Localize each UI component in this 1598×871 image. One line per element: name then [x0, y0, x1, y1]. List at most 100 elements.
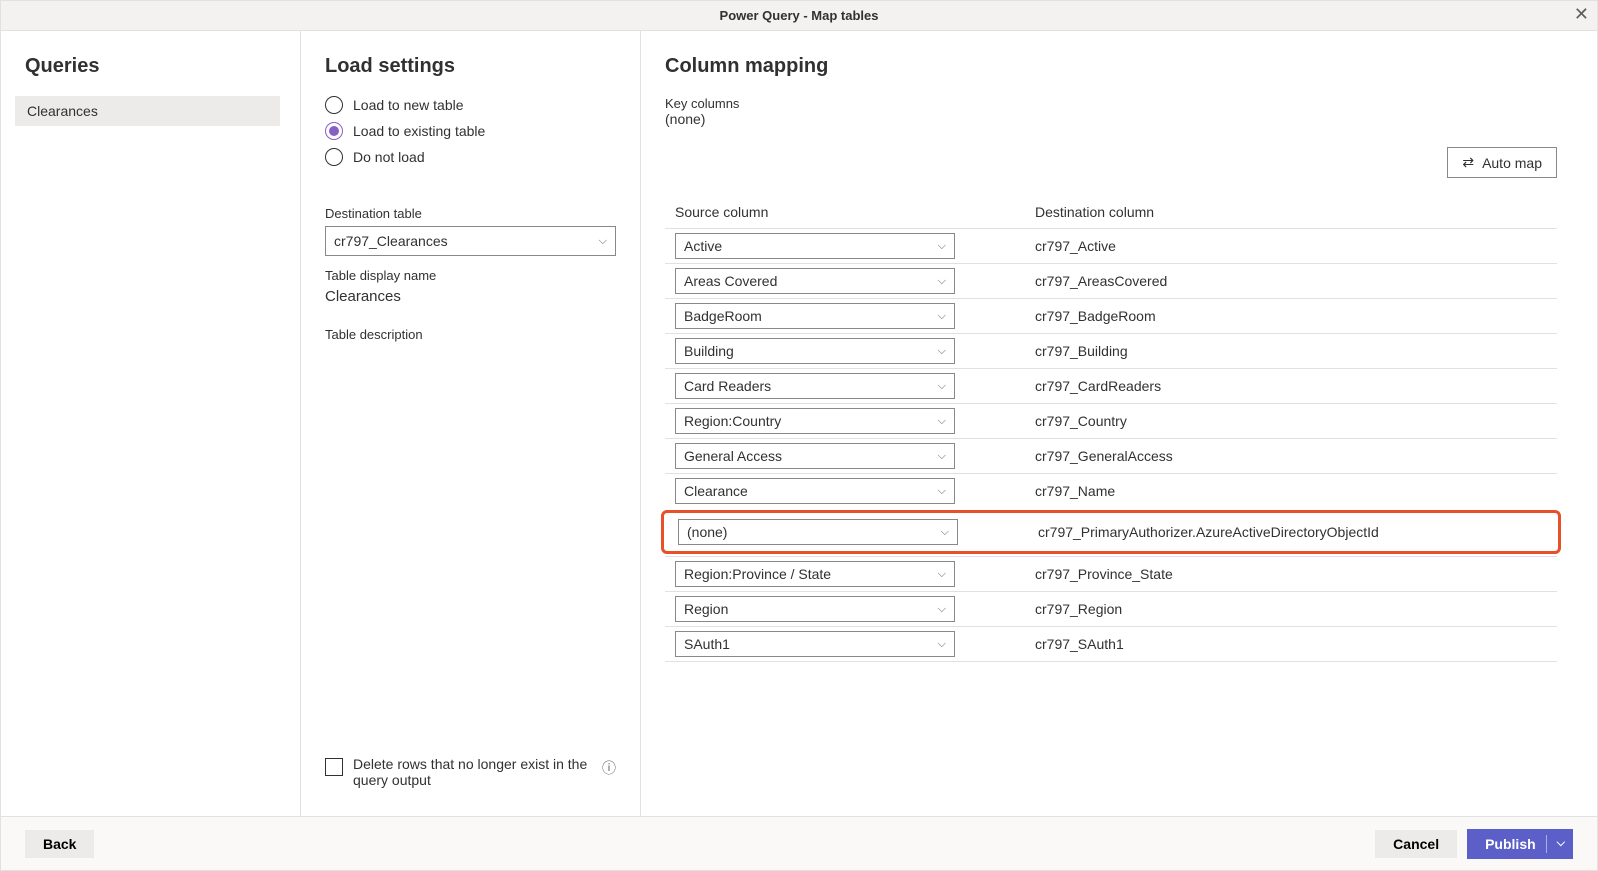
title-bar: Power Query - Map tables ✕ — [1, 1, 1597, 31]
load-settings-title: Load settings — [325, 55, 616, 78]
mapping-row: Card Readers⌵cr797_CardReaders — [665, 368, 1557, 403]
destination-column-cell: cr797_Country — [1025, 413, 1557, 429]
source-column-dropdown[interactable]: Building⌵ — [675, 338, 955, 364]
source-column-dropdown[interactable]: Clearance ⌵ — [675, 478, 955, 504]
source-column-dropdown[interactable]: Region:Country ⌵ — [675, 408, 955, 434]
destination-column-cell: cr797_Region — [1025, 601, 1557, 617]
source-column-cell: BadgeRoom ⌵ — [665, 303, 1025, 329]
source-column-value: General Access — [684, 448, 782, 464]
source-column-value: SAuth1 — [684, 636, 730, 652]
divider — [1546, 835, 1547, 853]
source-column-dropdown[interactable]: Region ⌵ — [675, 596, 955, 622]
destination-column-cell: cr797_Province_State — [1025, 566, 1557, 582]
radio-icon — [325, 96, 343, 114]
key-columns-value: (none) — [665, 111, 1557, 127]
automap-icon: ⇄ — [1462, 154, 1474, 171]
mapping-row: Region:Province / State⌵ cr797_Province_S… — [665, 556, 1557, 591]
source-column-cell: Building⌵ — [665, 338, 1025, 364]
radio-do-not-load[interactable]: Do not load — [325, 148, 616, 166]
radio-load-new-table[interactable]: Load to new table — [325, 96, 616, 114]
column-mapping-title: Column mapping — [665, 55, 1557, 78]
source-column-value: Clearance — [684, 483, 748, 499]
mapping-row: Region ⌵ cr797_Region — [665, 591, 1557, 626]
key-columns-label: Key columns — [665, 96, 1557, 111]
source-column-value: Region — [684, 601, 728, 617]
auto-map-button[interactable]: ⇄ Auto map — [1447, 147, 1557, 178]
source-column-dropdown[interactable]: SAuth1 ⌵ — [675, 631, 955, 657]
column-mapping-panel: Column mapping Key columns (none) ⇄ Auto… — [641, 31, 1597, 816]
destination-column-cell: cr797_BadgeRoom — [1025, 308, 1557, 324]
source-column-dropdown[interactable]: Areas Covered⌵ — [675, 268, 955, 294]
auto-map-row: ⇄ Auto map — [665, 147, 1557, 178]
mapping-table-header: Source column Destination column — [665, 204, 1557, 228]
close-icon[interactable]: ✕ — [1574, 5, 1589, 23]
destination-column-cell: cr797_Active — [1025, 238, 1557, 254]
publish-button[interactable]: Publish ⌵ — [1467, 829, 1573, 859]
source-column-cell: Areas Covered⌵ — [665, 268, 1025, 294]
load-settings-panel: Load settings Load to new table Load to … — [301, 31, 641, 816]
table-display-name-label: Table display name — [325, 268, 616, 283]
destination-column-cell: cr797_SAuth1 — [1025, 636, 1557, 652]
source-column-cell: General Access ⌵ — [665, 443, 1025, 469]
delete-rows-label: Delete rows that no longer exist in the … — [353, 756, 592, 788]
chevron-down-icon: ⌵ — [1557, 837, 1565, 850]
destination-column-cell: cr797_Building — [1025, 343, 1557, 359]
radio-icon — [325, 122, 343, 140]
source-column-cell: Clearance ⌵ — [665, 478, 1025, 504]
radio-load-existing-table[interactable]: Load to existing table — [325, 122, 616, 140]
chevron-down-icon: ⌵ — [938, 638, 946, 651]
chevron-down-icon: ⌵ — [941, 526, 949, 539]
chevron-down-icon: ⌵ — [938, 310, 946, 323]
mapping-row: Building⌵ cr797_Building — [665, 333, 1557, 368]
destination-table-dropdown[interactable]: cr797_Clearances ⌵ — [325, 226, 616, 256]
source-column-cell: SAuth1 ⌵ — [665, 631, 1025, 657]
cancel-button[interactable]: Cancel — [1375, 830, 1457, 858]
source-column-cell: (none)⌵ — [668, 519, 1028, 545]
chevron-down-icon: ⌵ — [938, 345, 946, 358]
queries-panel: Queries Clearances — [1, 31, 301, 816]
destination-column-cell: cr797_AreasCovered — [1025, 273, 1557, 289]
delete-rows-checkbox-row[interactable]: Delete rows that no longer exist in the … — [325, 756, 616, 800]
source-column-dropdown[interactable]: Card Readers⌵ — [675, 373, 955, 399]
source-column-dropdown[interactable]: BadgeRoom ⌵ — [675, 303, 955, 329]
chevron-down-icon: ⌵ — [938, 450, 946, 463]
mapping-table: Active⌵ cr797_Active Areas Covered⌵ cr797_A… — [665, 228, 1557, 662]
query-item-clearances[interactable]: Clearances — [15, 96, 280, 126]
source-column-cell: Region:Country ⌵ — [665, 408, 1025, 434]
load-radio-group: Load to new table Load to existing table… — [325, 96, 616, 174]
source-column-value: Region:Province / State — [684, 566, 831, 582]
table-display-name-value: Clearances — [325, 288, 616, 305]
auto-map-label: Auto map — [1482, 155, 1542, 171]
source-column-dropdown[interactable]: General Access ⌵ — [675, 443, 955, 469]
mapping-row: SAuth1 ⌵ cr797_SAuth1 — [665, 626, 1557, 662]
chevron-down-icon: ⌵ — [938, 485, 946, 498]
source-column-value: Region:Country — [684, 413, 781, 429]
key-columns-section: Key columns (none) — [665, 96, 1557, 127]
back-button[interactable]: Back — [25, 830, 94, 858]
window-title: Power Query - Map tables — [720, 8, 879, 23]
mapping-row: Clearance⌵cr797_Name — [665, 473, 1557, 508]
chevron-down-icon: ⌵ — [938, 415, 946, 428]
source-column-dropdown[interactable]: (none)⌵ — [678, 519, 958, 545]
destination-column-cell: cr797_PrimaryAuthorizer.AzureActiveDirec… — [1028, 524, 1554, 540]
mapping-row: Areas Covered⌵ cr797_AreasCovered — [665, 263, 1557, 298]
radio-label: Load to existing table — [353, 123, 485, 139]
radio-icon — [325, 148, 343, 166]
destination-column-cell: cr797_GeneralAccess — [1025, 448, 1557, 464]
source-column-cell: Card Readers⌵ — [665, 373, 1025, 399]
mapping-row: Region:Country ⌵ cr797_Country — [665, 403, 1557, 438]
app-window: Power Query - Map tables ✕ Queries Clear… — [0, 0, 1598, 871]
chevron-down-icon: ⌵ — [938, 240, 946, 253]
info-icon[interactable]: ⓘ — [602, 758, 616, 778]
mapping-row: (none)⌵ cr797_PrimaryAuthorizer.AzureActi… — [668, 515, 1554, 549]
chevron-down-icon: ⌵ — [938, 603, 946, 616]
source-column-dropdown[interactable]: Region:Province / State⌵ — [675, 561, 955, 587]
source-column-value: BadgeRoom — [684, 308, 762, 324]
queries-title: Queries — [25, 55, 276, 78]
source-column-dropdown[interactable]: Active⌵ — [675, 233, 955, 259]
chevron-down-icon: ⌵ — [599, 235, 607, 248]
destination-table-value: cr797_Clearances — [334, 233, 448, 249]
chevron-down-icon: ⌵ — [938, 275, 946, 288]
mapping-row: Active⌵ cr797_Active — [665, 228, 1557, 263]
chevron-down-icon: ⌵ — [938, 380, 946, 393]
